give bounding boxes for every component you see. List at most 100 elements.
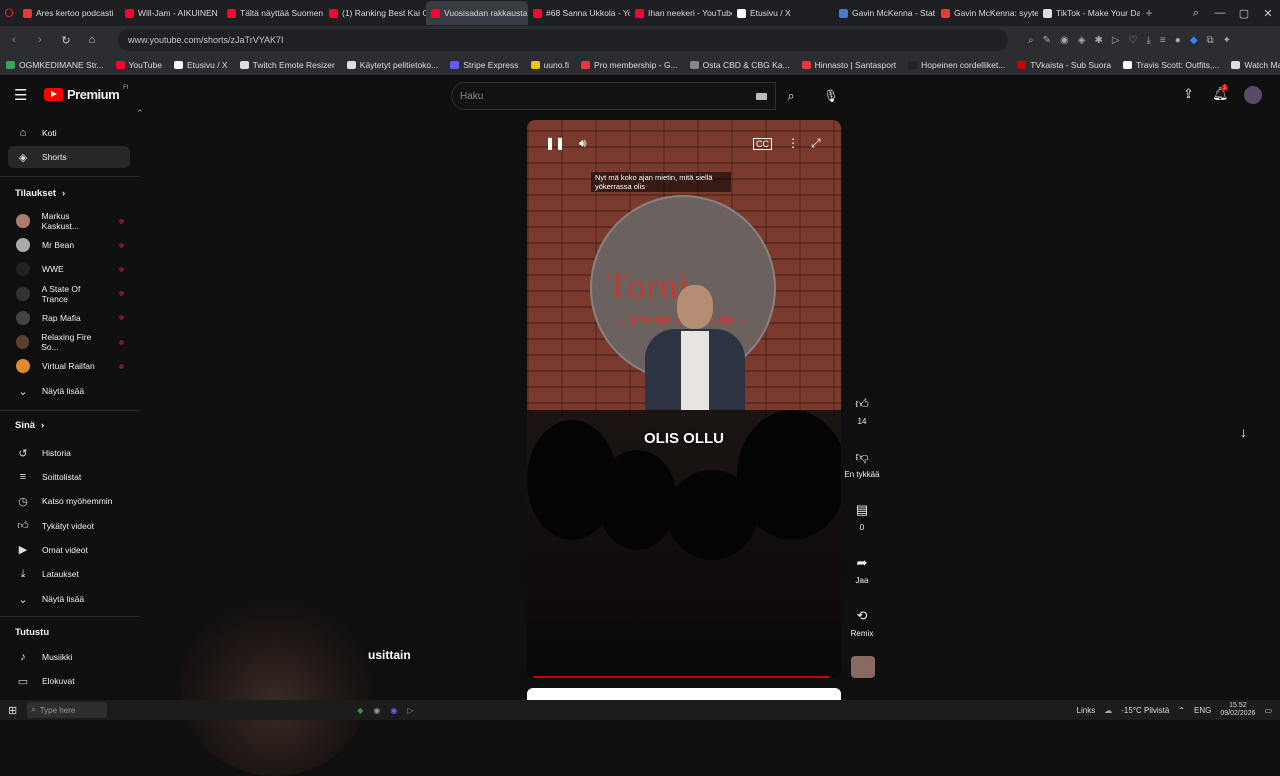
sidebar-item[interactable]: Rap Mafia bbox=[8, 307, 130, 329]
search-tabs-icon[interactable]: ⌕ bbox=[1184, 0, 1208, 26]
back-button[interactable]: ‹ bbox=[6, 34, 22, 46]
maximize-button[interactable]: ▢ bbox=[1232, 0, 1256, 26]
bookmark-item[interactable]: Etusivu / X bbox=[173, 60, 228, 70]
download-icon[interactable]: ⤓ bbox=[1147, 35, 1151, 46]
shield-icon[interactable]: ◈ bbox=[1078, 35, 1086, 46]
sidebar-item[interactable]: ⌄ Näytä lisää bbox=[8, 380, 130, 402]
sidebar-item[interactable]: WWE bbox=[8, 258, 130, 280]
sidebar-item[interactable]: Markus Kaskust... bbox=[8, 210, 130, 232]
avatar[interactable] bbox=[1244, 86, 1262, 104]
puzzle-icon[interactable]: ⧉ bbox=[1207, 35, 1214, 46]
new-tab-button[interactable]: + bbox=[1140, 6, 1158, 20]
lang-label[interactable]: ENG bbox=[1194, 706, 1211, 715]
sidebar-item[interactable]: 👍︎ Tykätyt videot bbox=[8, 515, 130, 537]
sidebar-item[interactable]: ⌄ Näytä lisää bbox=[8, 588, 130, 610]
url-field[interactable]: www.youtube.com/shorts/zJaTrVYAK7I bbox=[118, 29, 1008, 51]
volume-icon[interactable]: 🔊︎ bbox=[579, 136, 587, 151]
bookmark-item[interactable]: Osta CBD & CBG Ka... bbox=[689, 60, 790, 70]
search-button[interactable]: ⌕ bbox=[776, 82, 806, 110]
clock[interactable]: 15.52 09/02/2026 bbox=[1220, 702, 1255, 718]
sidebar-item[interactable]: ▶ Omat videot bbox=[8, 539, 130, 561]
next-short-preview[interactable] bbox=[527, 688, 841, 700]
bookmark-item[interactable]: Käytetyt pelitietoko... bbox=[346, 60, 438, 70]
sidebar-item[interactable]: ◈ Shorts bbox=[8, 146, 130, 168]
share-button[interactable]: ➦ Jaa bbox=[842, 555, 882, 585]
bookmark-item[interactable]: uuno.fi bbox=[530, 60, 569, 70]
browser-tab[interactable]: Etusivu / X bbox=[732, 1, 834, 25]
edit-icon[interactable]: ✎ bbox=[1043, 35, 1051, 46]
taskbar-app-icon[interactable]: ◉ bbox=[373, 706, 380, 715]
sidebar-item[interactable]: Mr Bean bbox=[8, 234, 130, 256]
twitch-icon[interactable]: ◆ bbox=[1190, 35, 1198, 46]
sidebar-section-header[interactable]: Tilaukset › bbox=[15, 188, 65, 199]
taskbar-search[interactable]: ⌕ Type here bbox=[27, 702, 108, 718]
sidebar-item[interactable]: ↺ Historia bbox=[8, 442, 130, 464]
like-button[interactable]: 👍︎ 14 bbox=[842, 396, 882, 426]
bookmark-item[interactable]: Stripe Express bbox=[450, 60, 519, 70]
sound-thumbnail[interactable] bbox=[851, 656, 875, 678]
home-button[interactable]: ⌂ bbox=[84, 34, 100, 46]
browser-tab[interactable]: (1) Ranking Best Kai C bbox=[324, 1, 426, 25]
sidebar-item[interactable]: ◷ Katso myöhemmin bbox=[8, 490, 130, 512]
browser-tab[interactable]: Gavin McKenna: syyte bbox=[936, 1, 1038, 25]
comments-button[interactable]: ▤ 0 bbox=[842, 502, 882, 532]
bookmark-item[interactable]: Watch Marvel's Luk... bbox=[1231, 60, 1280, 70]
bookmark-item[interactable]: OGMKEDIMANE Str... bbox=[6, 60, 104, 70]
weather-text[interactable]: -15°C Pilvistä bbox=[1121, 706, 1169, 715]
sidebar-item[interactable]: ▭ Elokuvat bbox=[8, 670, 130, 692]
list-icon[interactable]: ≡ bbox=[1160, 35, 1166, 46]
browser-tab[interactable]: Gavin McKenna - Stat bbox=[834, 1, 936, 25]
extension-icon[interactable]: ✱ bbox=[1094, 35, 1102, 46]
keyboard-icon[interactable] bbox=[756, 92, 767, 100]
search-input[interactable]: Haku bbox=[451, 82, 776, 110]
play-icon[interactable]: ▷ bbox=[1112, 35, 1120, 46]
forward-button[interactable]: › bbox=[32, 34, 48, 46]
sidebar-item[interactable]: Virtual Railfan bbox=[8, 355, 130, 377]
fullscreen-icon[interactable]: ⤢ bbox=[811, 136, 821, 151]
youtube-logo[interactable]: Premium FI bbox=[44, 85, 128, 102]
browser-tab[interactable]: #68 Sanna Ukkola - Yo bbox=[528, 1, 630, 25]
more-icon[interactable]: ⋮ bbox=[787, 136, 799, 150]
create-icon[interactable]: ⇪ bbox=[1183, 86, 1194, 102]
browser-tab[interactable]: Ihan neekeri - YouTube bbox=[630, 1, 732, 25]
sidebar-item[interactable]: ⌂ Koti bbox=[8, 122, 130, 144]
browser-tab[interactable]: Ares kertoo podcasti bbox=[18, 1, 120, 25]
menu-icon[interactable]: ☰ bbox=[14, 86, 27, 104]
browser-tab[interactable]: Vuosisadan rakkausta bbox=[426, 1, 528, 25]
taskbar-app-icon[interactable]: ▷ bbox=[407, 706, 413, 715]
start-icon[interactable]: ⊞ bbox=[8, 704, 17, 717]
heart-icon[interactable]: ♡ bbox=[1129, 35, 1138, 46]
camera-icon[interactable]: ◉ bbox=[1060, 35, 1069, 46]
bookmark-item[interactable]: Twitch Emote Resizer bbox=[239, 60, 335, 70]
browser-tab[interactable]: TikTok - Make Your Da bbox=[1038, 1, 1140, 25]
bookmark-item[interactable]: Hopeinen cordelliket... bbox=[908, 60, 1005, 70]
reload-button[interactable]: ↻ bbox=[58, 34, 74, 47]
find-icon[interactable]: ⌕ bbox=[1028, 35, 1034, 46]
bookmark-item[interactable]: TVkaista - Sub Suora bbox=[1017, 60, 1111, 70]
opera-menu-icon[interactable]: O bbox=[0, 6, 18, 20]
progress-bar[interactable] bbox=[533, 676, 829, 678]
collapse-icon[interactable]: ⌃ bbox=[136, 108, 144, 119]
remix-button[interactable]: ⟲ Remix bbox=[842, 608, 882, 638]
sidebar-item[interactable]: ≡ Soittolistat bbox=[8, 466, 130, 488]
browser-tab[interactable]: Tältä näyttää Suomen bbox=[222, 1, 324, 25]
shorts-player[interactable]: Torni - STAND UP KLUBI - ❚❚ 🔊︎ CC ⋮ ⤢ Ny… bbox=[527, 120, 841, 678]
notifications-icon[interactable]: ▭ bbox=[1264, 706, 1272, 715]
lock-icon[interactable]: ● bbox=[1175, 35, 1181, 46]
sidebar-item[interactable]: ♪ Musiikki bbox=[8, 646, 130, 668]
bookmark-item[interactable]: Pro membership - G... bbox=[581, 60, 678, 70]
ai-icon[interactable]: ✦ bbox=[1223, 35, 1231, 46]
sidebar-section-header[interactable]: Tutustu bbox=[15, 627, 49, 638]
sidebar-item[interactable]: Relaxing Fire So... bbox=[8, 331, 130, 353]
browser-tab[interactable]: Will-Jam - AIKUINEN bbox=[120, 1, 222, 25]
bookmark-item[interactable]: Hinnasto | Santasport bbox=[801, 60, 896, 70]
pause-icon[interactable]: ❚❚ bbox=[545, 136, 565, 150]
minimize-button[interactable]: — bbox=[1208, 0, 1232, 26]
links-label[interactable]: Links bbox=[1077, 706, 1096, 715]
next-short-icon[interactable]: ↓ bbox=[1240, 424, 1247, 440]
sidebar-item[interactable]: A State Of Trance bbox=[8, 283, 130, 305]
network-icon[interactable]: ⌃ bbox=[1178, 706, 1185, 715]
dislike-button[interactable]: 👎︎ En tykkää bbox=[842, 449, 882, 479]
taskbar-app-icon[interactable]: ◉ bbox=[390, 706, 397, 715]
captions-icon[interactable]: CC bbox=[753, 138, 772, 150]
